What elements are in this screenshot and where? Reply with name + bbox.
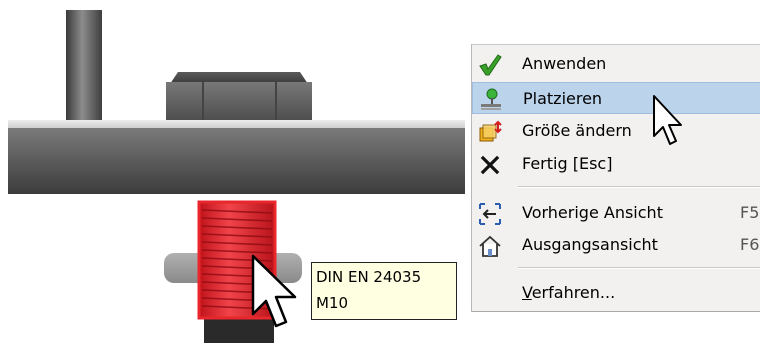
menu-item-label: Platzieren (523, 89, 603, 108)
home-view-icon (478, 234, 502, 258)
menu-separator (518, 267, 760, 269)
menu-item-label-rest: erfahren... (531, 283, 616, 302)
menu-item-label: Anwenden (522, 54, 607, 73)
plate-top-face (8, 120, 465, 128)
menu-pointer-icon (652, 94, 684, 150)
menu-item-label: Verfahren... (522, 283, 615, 302)
menu-item-platzieren[interactable]: Platzieren (472, 82, 760, 114)
mnemonic-char: V (522, 283, 532, 302)
part-tooltip: DIN EN 24035 M10 (311, 262, 457, 320)
menu-item-vorherige-ansicht[interactable]: Vorherige Ansicht F5 (472, 197, 760, 229)
previous-view-icon (478, 202, 502, 226)
place-icon (479, 88, 503, 112)
menu-item-verfahren[interactable]: Verfahren... (472, 277, 760, 309)
plate (8, 128, 465, 194)
bolt-shank (204, 318, 274, 343)
menu-item-ausgangsansicht[interactable]: Ausgangsansicht F6 (472, 229, 760, 261)
shortcut-label: F5 (740, 203, 760, 222)
tooltip-size: M10 (316, 294, 349, 312)
menu-item-label: Vorherige Ansicht (522, 203, 663, 222)
menu-item-label: Ausgangsansicht (522, 235, 658, 254)
menu-item-anwenden[interactable]: Anwenden (472, 48, 760, 80)
menu-separator (518, 186, 760, 188)
menu-item-fertig[interactable]: Fertig [Esc] (472, 148, 760, 180)
shortcut-label: F6 (740, 235, 760, 254)
top-nut (166, 82, 312, 124)
menu-item-groesse-aendern[interactable]: Größe ändern (472, 115, 760, 147)
checkmark-icon (478, 53, 502, 77)
rod (66, 10, 102, 122)
menu-item-label: Größe ändern (522, 121, 632, 140)
tooltip-standard: DIN EN 24035 (316, 268, 422, 286)
close-icon (478, 153, 502, 177)
resize-icon (478, 120, 502, 144)
context-menu: Anwenden Platzieren Größe ändern Fertig (471, 44, 760, 312)
menu-item-label: Fertig [Esc] (522, 154, 613, 173)
